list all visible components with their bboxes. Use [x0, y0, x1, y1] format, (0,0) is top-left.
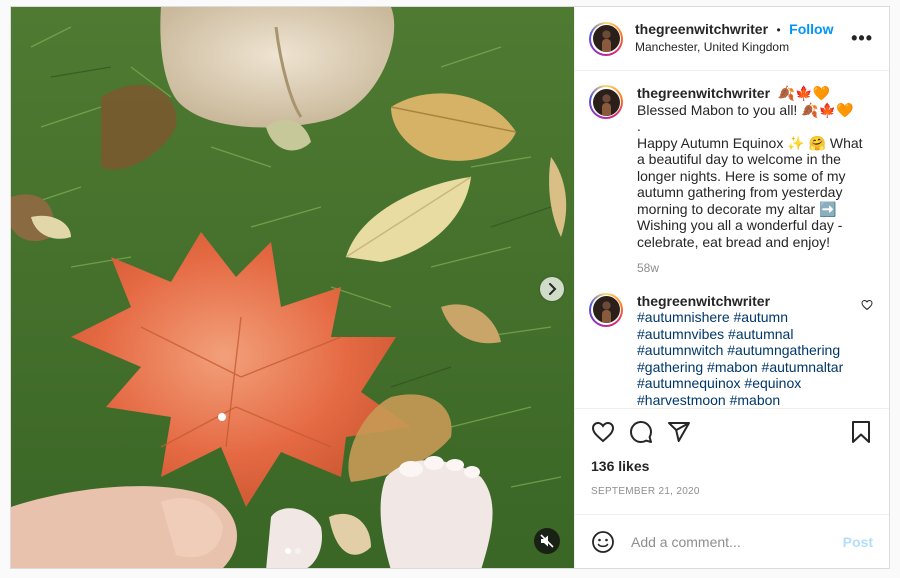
- comment-avatar[interactable]: [589, 292, 623, 327]
- post-comment-button[interactable]: Post: [843, 534, 873, 550]
- post-media[interactable]: [11, 7, 574, 568]
- comment-input[interactable]: [629, 532, 843, 551]
- comment-like-icon[interactable]: [861, 299, 873, 311]
- avatar-image: [592, 88, 620, 116]
- add-comment-bar: Post: [575, 514, 889, 568]
- avatar[interactable]: [589, 21, 623, 56]
- header-separator: •: [776, 23, 781, 37]
- follow-button[interactable]: Follow: [789, 21, 833, 37]
- carousel-dot: [284, 548, 291, 554]
- caption-username[interactable]: thegreenwitchwriter: [637, 85, 770, 101]
- comment-username[interactable]: thegreenwitchwriter: [637, 293, 857, 310]
- post-side-panel: thegreenwitchwriter • Follow Manchester,…: [574, 7, 889, 568]
- caption-text: 🍂🍁🧡 Blessed Mabon to you all! 🍂🍁🧡 . Happ…: [637, 85, 863, 250]
- header-username[interactable]: thegreenwitchwriter: [635, 21, 768, 37]
- next-slide-button[interactable]: [540, 277, 564, 301]
- smiley-icon[interactable]: [591, 530, 615, 554]
- comment-row: thegreenwitchwriter #autumnishere #autum…: [589, 292, 873, 409]
- location-link[interactable]: Manchester, United Kingdom: [635, 39, 851, 56]
- caption-timestamp[interactable]: 58w: [637, 260, 873, 277]
- bookmark-icon[interactable]: [849, 420, 873, 444]
- post-date[interactable]: SEPTEMBER 21, 2020: [575, 486, 889, 504]
- more-options-button[interactable]: •••: [851, 28, 873, 49]
- comments-section[interactable]: thegreenwitchwriter 🍂🍁🧡 Blessed Mabon to…: [575, 71, 889, 408]
- caption-avatar[interactable]: [589, 85, 623, 119]
- likes-count[interactable]: 136 likes: [575, 458, 889, 478]
- caption-row: thegreenwitchwriter 🍂🍁🧡 Blessed Mabon to…: [589, 85, 873, 277]
- action-bar: [575, 408, 889, 454]
- mute-button[interactable]: [534, 528, 560, 554]
- header-text: thegreenwitchwriter • Follow Manchester,…: [635, 21, 851, 56]
- avatar-image: [592, 25, 620, 52]
- comment-hashtags[interactable]: #autumnishere #autumn #autumnvibes #autu…: [637, 309, 843, 408]
- carousel-dot: [294, 548, 301, 554]
- post-card: thegreenwitchwriter • Follow Manchester,…: [10, 6, 890, 569]
- comment-bubble-icon[interactable]: [629, 420, 653, 444]
- carousel-dots: [284, 548, 301, 554]
- post-photo: [11, 7, 574, 568]
- avatar-image: [592, 296, 620, 323]
- paper-plane-icon[interactable]: [667, 420, 691, 444]
- chevron-right-icon: [549, 283, 557, 295]
- heart-icon[interactable]: [591, 420, 615, 444]
- speaker-muted-icon: [540, 534, 554, 548]
- post-header: thegreenwitchwriter • Follow Manchester,…: [575, 7, 889, 71]
